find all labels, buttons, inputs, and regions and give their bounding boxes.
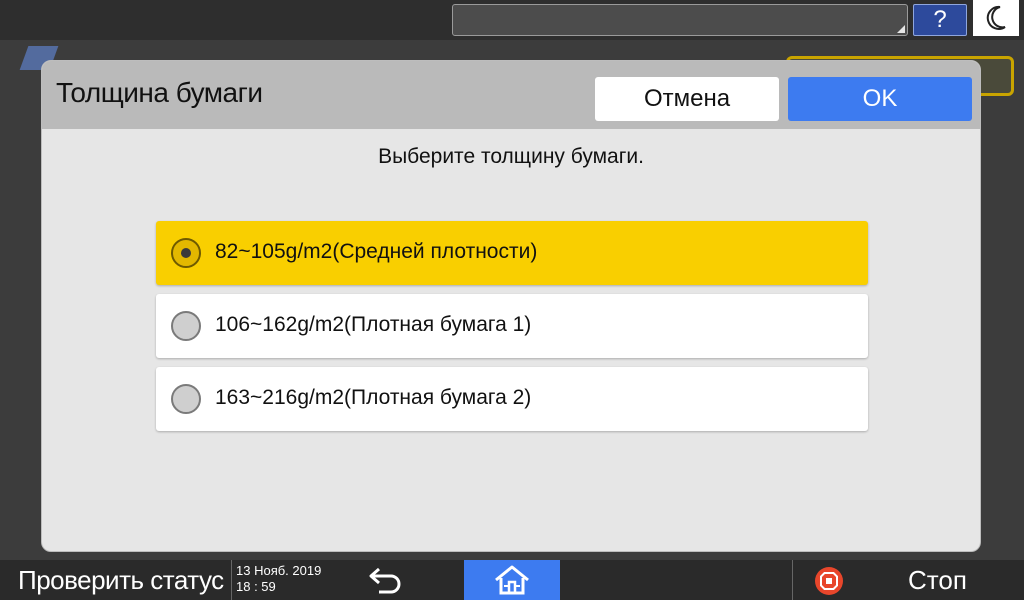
help-button[interactable]: ? bbox=[913, 4, 967, 36]
option-thick-1[interactable]: 106~162g/m2(Плотная бумага 1) bbox=[156, 294, 868, 358]
radio-selected-icon bbox=[171, 238, 201, 268]
back-button[interactable] bbox=[356, 560, 416, 600]
resize-corner-icon bbox=[897, 25, 905, 33]
divider bbox=[792, 560, 793, 600]
time-text: 18 : 59 bbox=[236, 579, 276, 594]
option-medium[interactable]: 82~105g/m2(Средней плотности) bbox=[156, 221, 868, 285]
home-icon bbox=[495, 565, 529, 595]
sleep-button[interactable] bbox=[973, 0, 1019, 36]
ok-button[interactable]: OK bbox=[788, 77, 972, 121]
moon-icon bbox=[986, 5, 1006, 30]
stop-button[interactable] bbox=[814, 566, 844, 596]
date-text: 13 Нояб. 2019 bbox=[236, 563, 322, 578]
top-bar: ? bbox=[0, 0, 1024, 40]
bottom-bar: Проверить статус 13 Нояб. 2019 18 : 59 С… bbox=[0, 560, 1024, 600]
option-thick-2[interactable]: 163~216g/m2(Плотная бумага 2) bbox=[156, 367, 868, 431]
option-label: 163~216g/m2(Плотная бумага 2) bbox=[215, 386, 532, 409]
date-time: 13 Нояб. 2019 18 : 59 bbox=[236, 563, 321, 595]
top-input-field[interactable] bbox=[452, 4, 908, 36]
radio-unselected-icon bbox=[171, 384, 201, 414]
paper-thickness-dialog: Толщина бумаги Отмена OK Выберите толщин… bbox=[41, 60, 981, 552]
option-label: 106~162g/m2(Плотная бумага 1) bbox=[215, 313, 532, 336]
divider bbox=[231, 560, 232, 600]
back-arrow-icon bbox=[369, 567, 401, 594]
cancel-button[interactable]: Отмена bbox=[595, 77, 779, 121]
check-status-button[interactable]: Проверить статус bbox=[0, 560, 230, 600]
thickness-options: 82~105g/m2(Средней плотности) 106~162g/m… bbox=[156, 221, 868, 440]
dialog-prompt: Выберите толщину бумаги. bbox=[378, 145, 644, 168]
stop-icon bbox=[815, 567, 843, 595]
stop-label[interactable]: Стоп bbox=[908, 560, 967, 600]
dialog-header: Толщина бумаги Отмена OK bbox=[42, 61, 980, 129]
home-button[interactable] bbox=[464, 560, 560, 600]
option-label: 82~105g/m2(Средней плотности) bbox=[215, 240, 538, 263]
dialog-title: Толщина бумаги bbox=[56, 77, 263, 108]
radio-unselected-icon bbox=[171, 311, 201, 341]
